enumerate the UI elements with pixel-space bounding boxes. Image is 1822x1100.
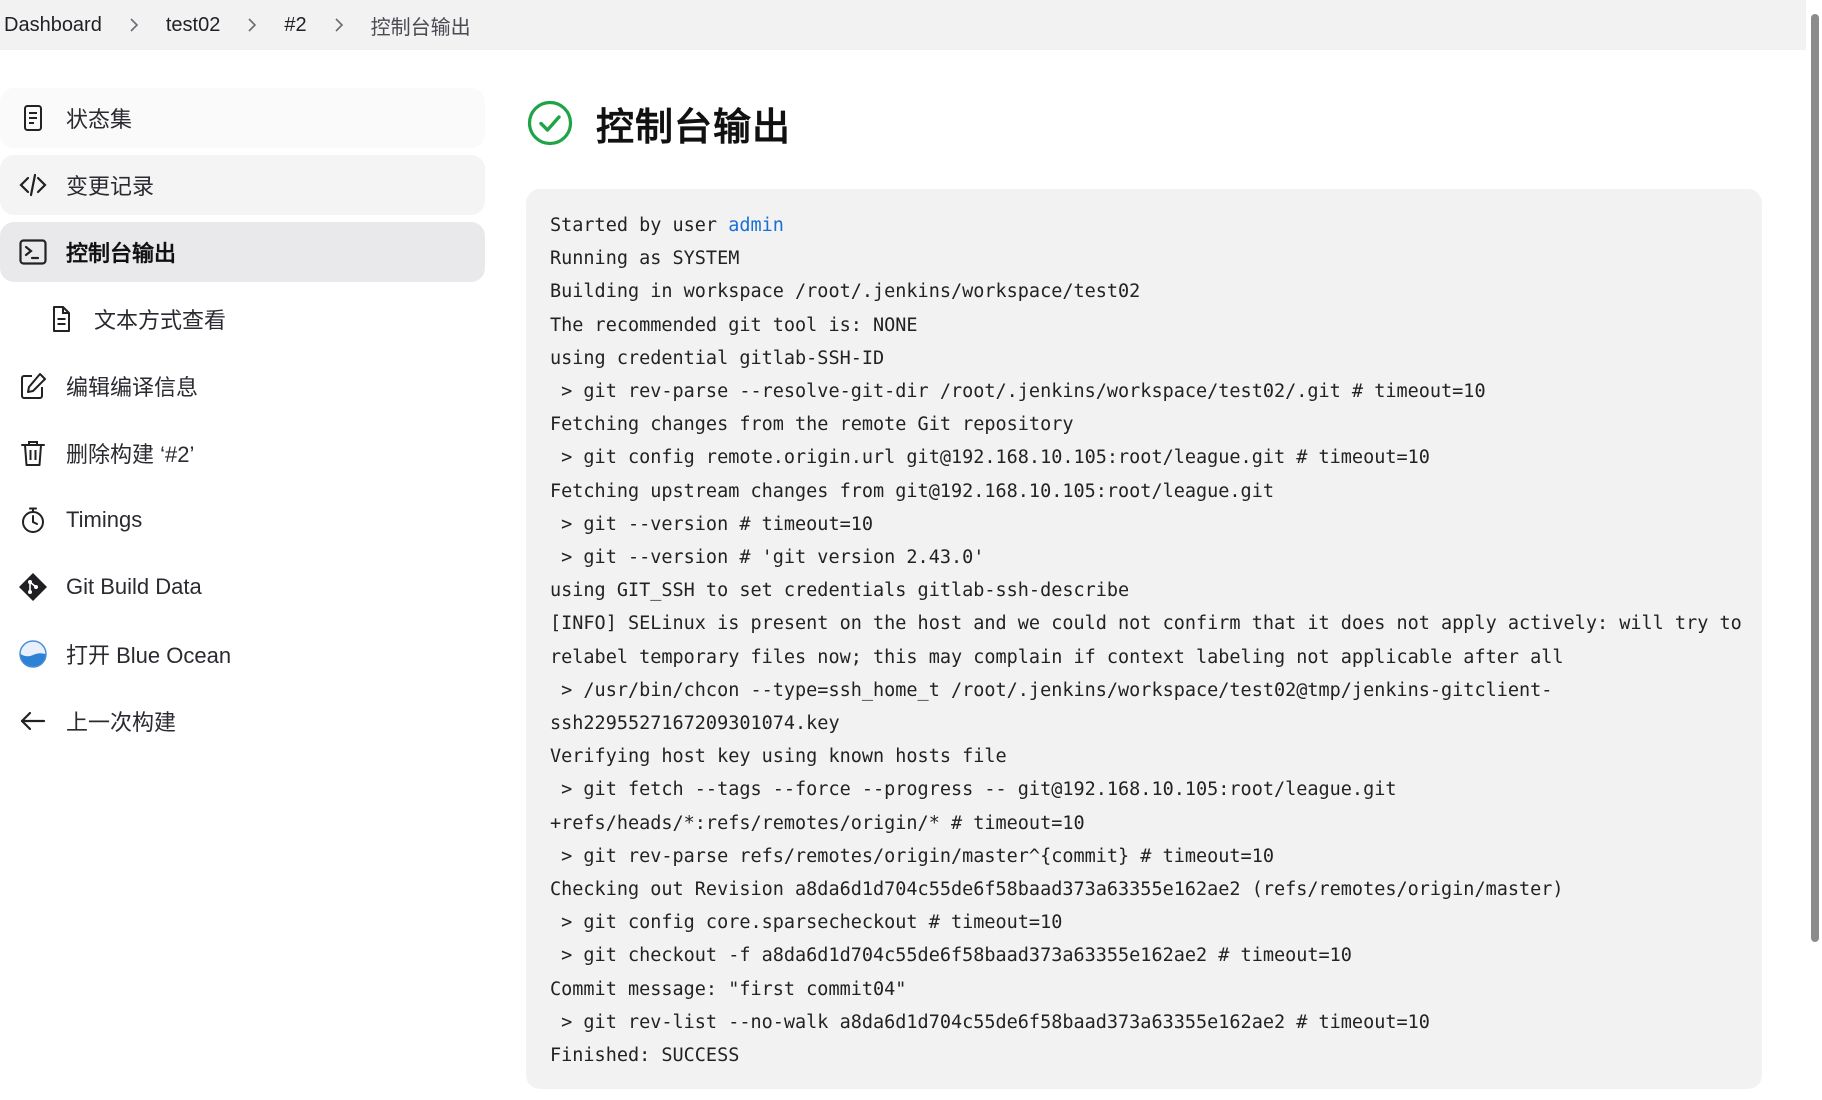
sidebar-item-label: 变更记录 bbox=[66, 174, 155, 199]
document-icon bbox=[44, 302, 78, 336]
git-icon bbox=[16, 570, 50, 604]
stopwatch-icon bbox=[16, 503, 50, 537]
console-line: > git config remote.origin.url git@192.1… bbox=[550, 447, 1430, 469]
console-line: > git --version # timeout=10 bbox=[550, 513, 874, 535]
sidebar: 状态集 变更记录 控制台输出 文本方式查看 编辑编译信息 删除构建 ‘#2’ T… bbox=[0, 88, 485, 758]
sidebar-item-label: 上一次构建 bbox=[66, 710, 177, 735]
console-line: using GIT_SSH to set credentials gitlab-… bbox=[550, 580, 1130, 602]
breadcrumb-dashboard[interactable]: Dashboard bbox=[2, 8, 104, 42]
sidebar-item-previous-build[interactable]: 上一次构建 bbox=[0, 691, 485, 751]
breadcrumb-current[interactable]: 控制台输出 bbox=[369, 8, 473, 42]
trash-icon bbox=[16, 436, 50, 470]
console-line: relabel temporary files now; this may co… bbox=[550, 646, 1564, 668]
sidebar-item-label: 控制台输出 bbox=[66, 241, 177, 266]
console-line: > git rev-parse refs/remotes/origin/mast… bbox=[550, 845, 1274, 867]
success-check-icon bbox=[527, 100, 573, 146]
vertical-scrollbar[interactable] bbox=[1806, 0, 1822, 1100]
breadcrumb: Dashboard test02 #2 控制台输出 bbox=[0, 0, 1806, 50]
console-line: ssh2295527167209301074.key bbox=[550, 713, 840, 735]
notepad-icon bbox=[16, 101, 50, 135]
console-line: > git checkout -f a8da6d1d704c55de6f58ba… bbox=[550, 945, 1352, 967]
sidebar-item-label: 文本方式查看 bbox=[94, 308, 227, 333]
console-output: Started by user admin Running as SYSTEM B… bbox=[526, 189, 1762, 1089]
sidebar-item-git-build-data[interactable]: Git Build Data bbox=[0, 557, 485, 617]
console-line: +refs/heads/*:refs/remotes/origin/* # ti… bbox=[550, 812, 1085, 834]
console-line: Commit message: "first commit04" bbox=[550, 978, 907, 1000]
page-header: 控制台输出 bbox=[526, 88, 1762, 158]
sidebar-item-label: Git Build Data bbox=[66, 574, 202, 599]
page-title: 控制台输出 bbox=[596, 106, 792, 149]
console-line: > git fetch --tags --force --progress --… bbox=[550, 779, 1397, 801]
chevron-right-icon bbox=[309, 18, 369, 32]
console-line: Verifying host key using known hosts fil… bbox=[550, 746, 1007, 768]
console-line: > git config core.sparsecheckout # timeo… bbox=[550, 912, 1063, 934]
sidebar-item-changes[interactable]: 变更记录 bbox=[0, 155, 485, 215]
console-line: > /usr/bin/chcon --type=ssh_home_t /root… bbox=[550, 679, 1553, 701]
terminal-icon bbox=[16, 235, 50, 269]
console-line: [INFO] SELinux is present on the host an… bbox=[550, 613, 1742, 635]
console-line: Building in workspace /root/.jenkins/wor… bbox=[550, 281, 1141, 303]
sidebar-item-view-as-text[interactable]: 文本方式查看 bbox=[0, 289, 485, 349]
code-icon bbox=[16, 168, 50, 202]
main-content: 控制台输出 Started by user admin Running as S… bbox=[526, 88, 1762, 1089]
sidebar-item-blue-ocean[interactable]: 打开 Blue Ocean bbox=[0, 624, 485, 684]
user-link-admin[interactable]: admin bbox=[728, 215, 784, 236]
edit-icon bbox=[16, 369, 50, 403]
console-line: Started by user admin bbox=[550, 215, 784, 236]
sidebar-item-delete-build[interactable]: 删除构建 ‘#2’ bbox=[0, 423, 485, 483]
sidebar-item-label: Timings bbox=[66, 507, 143, 532]
arrow-left-icon bbox=[16, 704, 50, 738]
sidebar-item-label: 删除构建 ‘#2’ bbox=[66, 442, 195, 467]
sidebar-item-timings[interactable]: Timings bbox=[0, 490, 485, 550]
sidebar-item-label: 编辑编译信息 bbox=[66, 375, 199, 400]
sidebar-item-console-output[interactable]: 控制台输出 bbox=[0, 222, 485, 282]
chevron-right-icon bbox=[104, 18, 164, 32]
console-lines: Running as SYSTEM Building in workspace /… bbox=[550, 242, 1742, 1072]
console-line: The recommended git tool is: NONE bbox=[550, 314, 918, 336]
console-line: using credential gitlab-SSH-ID bbox=[550, 347, 885, 369]
sidebar-item-status[interactable]: 状态集 bbox=[0, 88, 485, 148]
console-line: Checking out Revision a8da6d1d704c55de6f… bbox=[550, 879, 1564, 901]
console-line: > git rev-parse --resolve-git-dir /root/… bbox=[550, 381, 1486, 403]
console-line: > git --version # 'git version 2.43.0' bbox=[550, 547, 985, 569]
console-line: Fetching upstream changes from git@192.1… bbox=[550, 480, 1274, 502]
sidebar-item-edit-build-info[interactable]: 编辑编译信息 bbox=[0, 356, 485, 416]
sidebar-item-label: 打开 Blue Ocean bbox=[66, 643, 232, 668]
console-line: > git rev-list --no-walk a8da6d1d704c55d… bbox=[550, 1011, 1430, 1033]
chevron-right-icon bbox=[222, 18, 282, 32]
breadcrumb-build[interactable]: #2 bbox=[282, 8, 308, 42]
blue-ocean-icon bbox=[16, 637, 50, 671]
scrollbar-thumb[interactable] bbox=[1811, 14, 1819, 942]
console-line: Finished: SUCCESS bbox=[550, 1045, 740, 1067]
console-line: Running as SYSTEM bbox=[550, 248, 740, 270]
console-line: Fetching changes from the remote Git rep… bbox=[550, 414, 1074, 436]
sidebar-item-label: 状态集 bbox=[66, 107, 133, 132]
breadcrumb-job[interactable]: test02 bbox=[164, 8, 222, 42]
